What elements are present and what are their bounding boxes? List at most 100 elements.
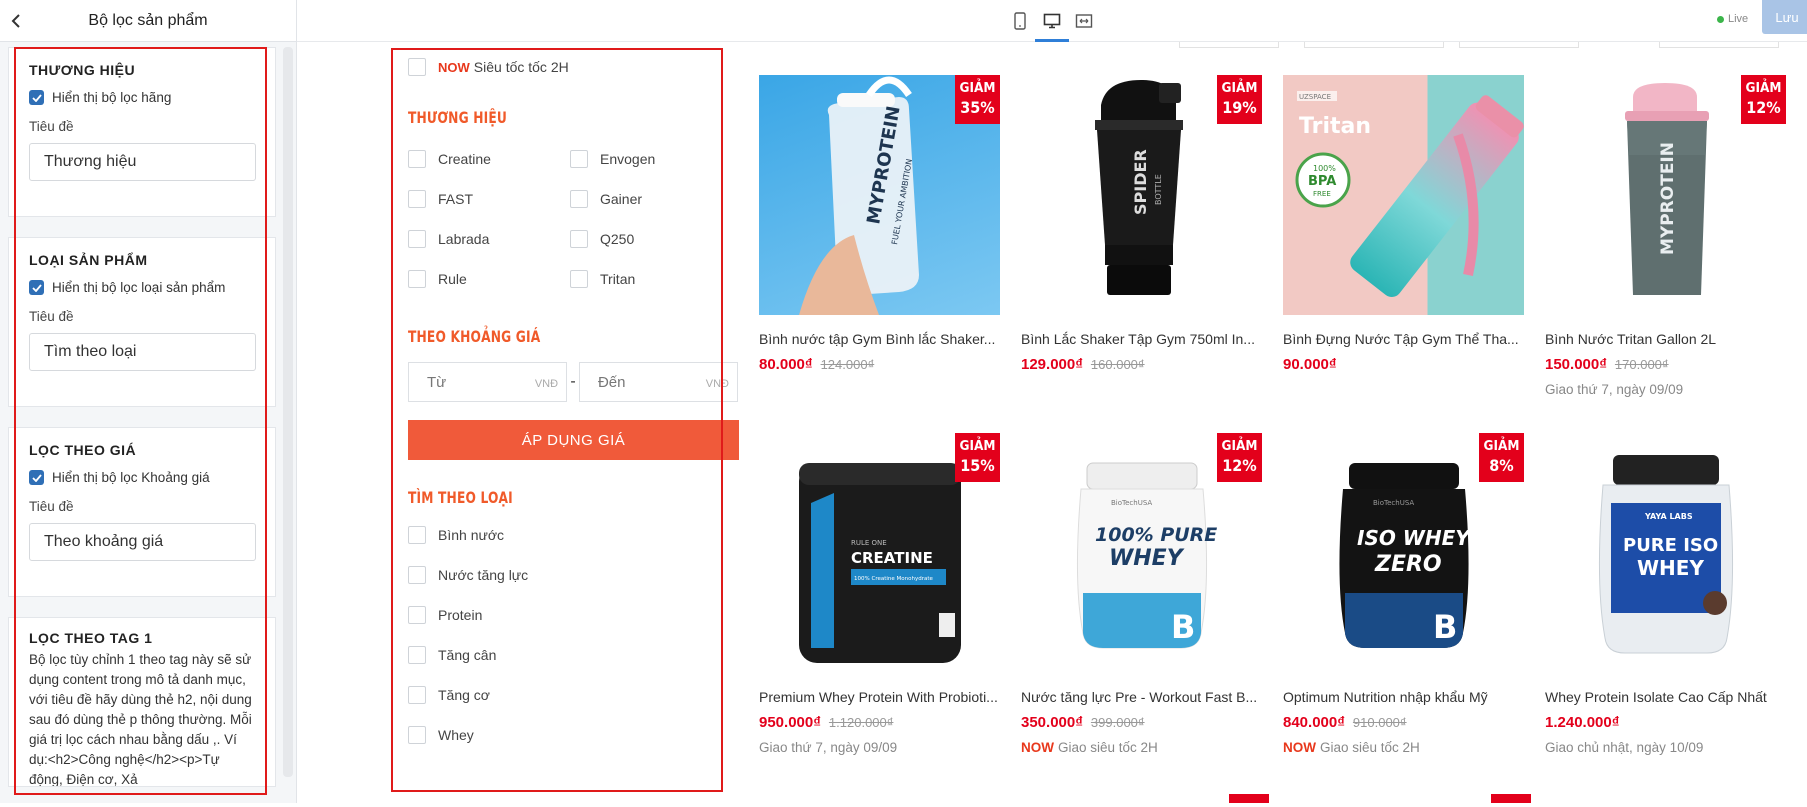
price-settings-card: LỌC THEO GIÁ Hiển thị bộ lọc Khoảng giá … — [8, 427, 276, 597]
fast-delivery-label: Siêu tốc tốc 2H — [473, 59, 569, 75]
price-from-input[interactable]: Từ VNĐ — [408, 362, 568, 402]
product-card[interactable]: RULE ONE CREATINE 100% Creatine Monohydr… — [759, 433, 1000, 755]
chevron-left-icon — [11, 13, 20, 28]
prev-row-edge — [1659, 42, 1779, 48]
type-option[interactable]: Tăng cơ — [408, 675, 738, 715]
brand-option[interactable]: Rule — [408, 259, 570, 299]
checkbox[interactable] — [570, 230, 588, 248]
product-name[interactable]: Nước tăng lực Pre - Workout Fast B... — [1021, 689, 1262, 705]
brand-option[interactable]: Gainer — [570, 179, 732, 219]
price-title-input[interactable]: Theo khoảng giá — [29, 523, 256, 561]
type-option[interactable]: Nước tăng lực — [408, 555, 738, 595]
product-card[interactable]: YAYA LABS PURE ISO WHEY Whey Protein Iso… — [1545, 433, 1786, 755]
svg-text:100% Creatine Monohydrate: 100% Creatine Monohydrate — [854, 576, 933, 582]
checkbox-checked-icon[interactable] — [29, 90, 44, 105]
product-price: 90.000₫ — [1283, 356, 1337, 373]
product-name[interactable]: Bình nước tập Gym Bình lắc Shaker... — [759, 331, 1000, 347]
price-title-label: Tiêu đề — [29, 499, 74, 514]
brand-option[interactable]: Envogen — [570, 139, 732, 179]
brand-show-label: Hiển thị bộ lọc hãng — [52, 90, 172, 105]
brand-filter-list: Creatine Envogen FAST Gainer Labrada Q25… — [408, 139, 738, 299]
delivery-info: Giao thứ 7, ngày 09/09 — [1545, 382, 1684, 397]
checkbox[interactable] — [408, 270, 426, 288]
price-to-input[interactable]: Đến VNĐ — [578, 362, 738, 402]
brand-title-input[interactable]: Thương hiệu — [29, 143, 256, 181]
discount-badge-peek — [1491, 794, 1531, 803]
svg-text:WHEY: WHEY — [1109, 546, 1185, 571]
brand-option[interactable]: Tritan — [570, 259, 732, 299]
type-option[interactable]: Bình nước — [408, 515, 738, 555]
checkbox[interactable] — [570, 270, 588, 288]
brand-show-checkbox-row[interactable]: Hiển thị bộ lọc hãng — [29, 90, 257, 105]
delivery-info: NOW Giao siêu tốc 2H — [1283, 740, 1420, 755]
apply-price-button[interactable]: ÁP DỤNG GIÁ — [408, 420, 739, 460]
checkbox[interactable] — [408, 726, 426, 744]
checkbox[interactable] — [408, 190, 426, 208]
mobile-view-icon[interactable] — [1008, 9, 1032, 33]
product-card[interactable]: SPIDER BOTTLE GIẢM 19% Bình Lắc Shaker Tậ… — [1021, 75, 1262, 373]
price-from-placeholder: Từ — [427, 373, 447, 391]
product-card[interactable]: MYPROTEIN GIẢM 12% Bình Nước Tritan Gallo… — [1545, 75, 1786, 397]
product-image[interactable]: UZSPACE Tritan 100% BPA FREE — [1283, 75, 1524, 315]
product-card[interactable]: BioTechUSA 100% PURE WHEY B GIẢM 12% Nước… — [1021, 433, 1262, 755]
product-card[interactable]: UZSPACE Tritan 100% BPA FREE Bình Đựng N… — [1283, 75, 1524, 373]
product-image[interactable]: MYPROTEIN GIẢM 12% — [1545, 75, 1786, 315]
product-name[interactable]: Optimum Nutrition nhập khẩu Mỹ — [1283, 689, 1524, 705]
checkbox[interactable] — [570, 150, 588, 168]
product-card[interactable]: BioTechUSA ISO WHEY ZERO B GIẢM 8% Optimu… — [1283, 433, 1524, 755]
desktop-view-icon[interactable] — [1040, 9, 1064, 33]
fullwidth-view-icon[interactable] — [1072, 9, 1096, 33]
type-option[interactable]: Whey — [408, 715, 738, 755]
checkbox-checked-icon[interactable] — [29, 280, 44, 295]
brand-option[interactable]: Creatine — [408, 139, 570, 179]
product-name[interactable]: Bình Đựng Nước Tập Gym Thể Tha... — [1283, 331, 1524, 347]
type-show-checkbox-row[interactable]: Hiển thị bộ lọc loại sản phẩm — [29, 280, 257, 295]
fast-delivery-filter[interactable]: NOW Siêu tốc tốc 2H — [408, 42, 738, 92]
svg-text:B: B — [1171, 608, 1195, 646]
type-option[interactable]: Tăng cân — [408, 635, 738, 675]
checkbox[interactable] — [408, 686, 426, 704]
product-image[interactable]: MYPROTEIN FUEL YOUR AMBITION GIẢM 35% — [759, 75, 1000, 315]
type-option[interactable]: Protein — [408, 595, 738, 635]
product-name[interactable]: Bình Lắc Shaker Tập Gym 750ml In... — [1021, 331, 1262, 347]
checkbox-checked-icon[interactable] — [29, 470, 44, 485]
product-image[interactable]: BioTechUSA ISO WHEY ZERO B GIẢM 8% — [1283, 433, 1524, 673]
type-title-input[interactable]: Tìm theo loại — [29, 333, 256, 371]
live-label: Live — [1728, 13, 1749, 25]
brand-option[interactable]: FAST — [408, 179, 570, 219]
checkbox[interactable] — [408, 58, 426, 76]
type-show-label: Hiển thị bộ lọc loại sản phẩm — [52, 280, 226, 295]
product-image[interactable]: YAYA LABS PURE ISO WHEY — [1545, 433, 1786, 673]
checkbox[interactable] — [408, 646, 426, 664]
panel-scrollbar[interactable] — [283, 47, 293, 777]
save-button[interactable]: Lưu — [1762, 0, 1807, 34]
back-button[interactable] — [0, 0, 34, 42]
tag-heading: LỌC THEO TAG 1 — [29, 630, 153, 646]
svg-text:UZSPACE: UZSPACE — [1299, 93, 1331, 101]
delivery-info: Giao chủ nhật, ngày 10/09 — [1545, 740, 1704, 755]
product-image[interactable]: RULE ONE CREATINE 100% Creatine Monohydr… — [759, 433, 1000, 673]
svg-text:SPIDER: SPIDER — [1131, 149, 1150, 215]
checkbox[interactable] — [408, 230, 426, 248]
product-name[interactable]: Whey Protein Isolate Cao Cấp Nhất — [1545, 689, 1786, 705]
checkbox[interactable] — [408, 150, 426, 168]
svg-text:100%: 100% — [1313, 164, 1336, 173]
delivery-info: Giao thứ 7, ngày 09/09 — [759, 740, 898, 755]
product-price: 840.000₫ 910.000₫ — [1283, 714, 1407, 731]
product-image[interactable]: SPIDER BOTTLE GIẢM 19% — [1021, 75, 1262, 315]
brand-option[interactable]: Q250 — [570, 219, 732, 259]
product-image[interactable]: BioTechUSA 100% PURE WHEY B GIẢM 12% — [1021, 433, 1262, 673]
checkbox[interactable] — [570, 190, 588, 208]
price-to-placeholder: Đến — [597, 373, 626, 391]
type-option-label: Tăng cân — [438, 647, 497, 663]
product-name[interactable]: Premium Whey Protein With Probioti... — [759, 689, 1000, 705]
checkbox[interactable] — [408, 566, 426, 584]
product-name[interactable]: Bình Nước Tritan Gallon 2L — [1545, 331, 1786, 347]
type-option-label: Tăng cơ — [438, 687, 490, 703]
product-card[interactable]: MYPROTEIN FUEL YOUR AMBITION GIẢM 35% Bìn… — [759, 75, 1000, 373]
brand-option[interactable]: Labrada — [408, 219, 570, 259]
price-show-checkbox-row[interactable]: Hiển thị bộ lọc Khoảng giá — [29, 470, 257, 485]
checkbox[interactable] — [408, 526, 426, 544]
type-option-label: Bình nước — [438, 527, 505, 543]
checkbox[interactable] — [408, 606, 426, 624]
